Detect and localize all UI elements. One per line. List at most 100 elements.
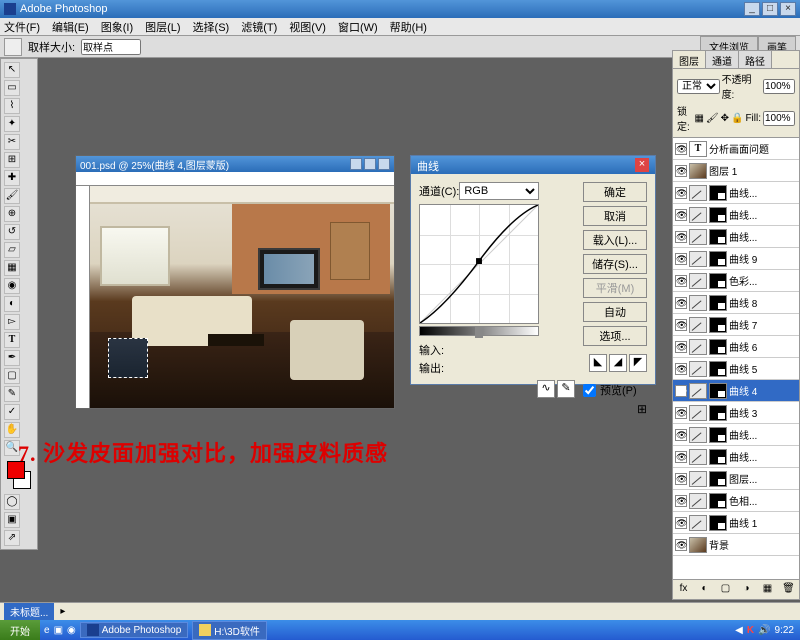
- layer-row[interactable]: 👁曲线 5: [673, 358, 799, 380]
- cancel-button[interactable]: 取消: [583, 206, 647, 226]
- visibility-icon[interactable]: 👁: [675, 407, 687, 419]
- pen-tool[interactable]: ✒: [4, 350, 20, 366]
- eyedrop-black-icon[interactable]: ◣: [589, 354, 607, 372]
- task-photoshop[interactable]: Adobe Photoshop: [80, 622, 189, 638]
- layer-row[interactable]: 👁曲线 6: [673, 336, 799, 358]
- layer-row[interactable]: 👁图层 1: [673, 160, 799, 182]
- visibility-icon[interactable]: 👁: [675, 451, 687, 463]
- layer-row[interactable]: 👁曲线 9: [673, 248, 799, 270]
- layer-row[interactable]: 👁曲线...: [673, 204, 799, 226]
- close-button[interactable]: ×: [780, 2, 796, 16]
- visibility-icon[interactable]: 👁: [675, 319, 687, 331]
- lock-trans-icon[interactable]: ▦: [694, 113, 703, 124]
- notes-tool[interactable]: ✎: [4, 386, 20, 402]
- doc-minimize-button[interactable]: [350, 158, 362, 170]
- layer-row[interactable]: 👁曲线 3: [673, 402, 799, 424]
- curves-graph[interactable]: [419, 204, 539, 324]
- lock-move-icon[interactable]: ✥: [721, 113, 729, 124]
- visibility-icon[interactable]: 👁: [675, 253, 687, 265]
- eraser-tool[interactable]: ▱: [4, 242, 20, 258]
- visibility-icon[interactable]: 👁: [675, 143, 687, 155]
- path-tool[interactable]: ▻: [4, 314, 20, 330]
- visibility-icon[interactable]: 👁: [675, 473, 687, 485]
- visibility-icon[interactable]: 👁: [675, 297, 687, 309]
- adjustment-icon[interactable]: ◑: [740, 583, 754, 597]
- visibility-icon[interactable]: 👁: [675, 429, 687, 441]
- preview-checkbox[interactable]: [583, 384, 596, 397]
- layer-row[interactable]: 👁曲线...: [673, 446, 799, 468]
- auto-button[interactable]: 自动: [583, 302, 647, 322]
- jump-to[interactable]: ⇗: [4, 530, 20, 546]
- screen-mode[interactable]: ▣: [4, 512, 20, 528]
- layer-row[interactable]: 👁曲线...: [673, 182, 799, 204]
- layer-row[interactable]: 👁背景: [673, 534, 799, 556]
- layer-row[interactable]: 👁曲线...: [673, 424, 799, 446]
- gradient-ramp[interactable]: [419, 326, 539, 336]
- start-button[interactable]: 开始: [0, 620, 40, 640]
- brush-tool[interactable]: 🖌: [4, 188, 20, 204]
- menu-file[interactable]: 文件(F): [4, 19, 40, 35]
- minimize-button[interactable]: _: [744, 2, 760, 16]
- type-tool[interactable]: T: [4, 332, 20, 348]
- eyedropper-tool[interactable]: ✓: [4, 404, 20, 420]
- layer-row[interactable]: 👁T分析画面问题: [673, 138, 799, 160]
- visibility-icon[interactable]: 👁: [675, 539, 687, 551]
- visibility-icon[interactable]: 👁: [675, 209, 687, 221]
- clock[interactable]: 9:22: [775, 625, 794, 636]
- visibility-icon[interactable]: 👁: [675, 187, 687, 199]
- wand-tool[interactable]: ✦: [4, 116, 20, 132]
- menu-view[interactable]: 视图(V): [289, 19, 326, 35]
- layer-row[interactable]: 👁色彩...: [673, 270, 799, 292]
- eyedrop-gray-icon[interactable]: ◢: [609, 354, 627, 372]
- menu-edit[interactable]: 编辑(E): [52, 19, 89, 35]
- visibility-icon[interactable]: 👁: [675, 231, 687, 243]
- curve-size-toggle-icon[interactable]: ⊞: [583, 402, 647, 416]
- ok-button[interactable]: 确定: [583, 182, 647, 202]
- marquee-tool[interactable]: ▭: [4, 80, 20, 96]
- options-button[interactable]: 选项...: [583, 326, 647, 346]
- menu-help[interactable]: 帮助(H): [390, 19, 427, 35]
- tool-preset-icon[interactable]: [4, 38, 22, 56]
- save-button[interactable]: 储存(S)...: [583, 254, 647, 274]
- menu-layer[interactable]: 图层(L): [145, 19, 180, 35]
- lasso-tool[interactable]: ⌇: [4, 98, 20, 114]
- lock-paint-icon[interactable]: 🖌: [706, 113, 719, 124]
- stamp-tool[interactable]: ⊕: [4, 206, 20, 222]
- tray-icon[interactable]: ◀: [735, 625, 743, 636]
- channel-select[interactable]: RGB: [459, 182, 539, 200]
- opacity-input[interactable]: [763, 79, 795, 94]
- visibility-icon[interactable]: 👁: [675, 517, 687, 529]
- fx-icon[interactable]: fx: [677, 583, 691, 597]
- dodge-tool[interactable]: ◐: [4, 296, 20, 312]
- visibility-icon[interactable]: 👁: [675, 385, 687, 397]
- tray-vol-icon[interactable]: 🔊: [758, 625, 770, 636]
- crop-tool[interactable]: ✂: [4, 134, 20, 150]
- layer-row[interactable]: 👁图层...: [673, 468, 799, 490]
- trash-icon[interactable]: 🗑: [782, 583, 796, 597]
- document-titlebar[interactable]: 001.psd @ 25%(曲线 4,图层蒙版): [76, 156, 394, 172]
- menu-image[interactable]: 图象(I): [101, 19, 133, 35]
- canvas[interactable]: [90, 186, 394, 408]
- layer-row[interactable]: 👁曲线 4: [673, 380, 799, 402]
- visibility-icon[interactable]: 👁: [675, 363, 687, 375]
- blend-mode-select[interactable]: 正常: [677, 79, 720, 94]
- status-tab[interactable]: 未标题...: [4, 603, 54, 620]
- maximize-button[interactable]: □: [762, 2, 778, 16]
- menu-filter[interactable]: 滤镜(T): [241, 19, 277, 35]
- mask-mode[interactable]: ◯: [4, 494, 20, 510]
- quicklaunch-ie-icon[interactable]: e: [44, 625, 50, 636]
- layer-row[interactable]: 👁色相...: [673, 490, 799, 512]
- visibility-icon[interactable]: 👁: [675, 165, 687, 177]
- quicklaunch-qq-icon[interactable]: ◉: [67, 625, 76, 636]
- visibility-icon[interactable]: 👁: [675, 341, 687, 353]
- visibility-icon[interactable]: 👁: [675, 495, 687, 507]
- curve-pencil-tool-icon[interactable]: ✎: [557, 380, 575, 398]
- move-tool[interactable]: ↖: [4, 62, 20, 78]
- layer-row[interactable]: 👁曲线 1: [673, 512, 799, 534]
- fill-input[interactable]: [763, 111, 795, 126]
- heal-tool[interactable]: ✚: [4, 170, 20, 186]
- layer-row[interactable]: 👁曲线...: [673, 226, 799, 248]
- slice-tool[interactable]: ⊞: [4, 152, 20, 168]
- tab-layers[interactable]: 图层: [673, 51, 706, 68]
- doc-maximize-button[interactable]: [364, 158, 376, 170]
